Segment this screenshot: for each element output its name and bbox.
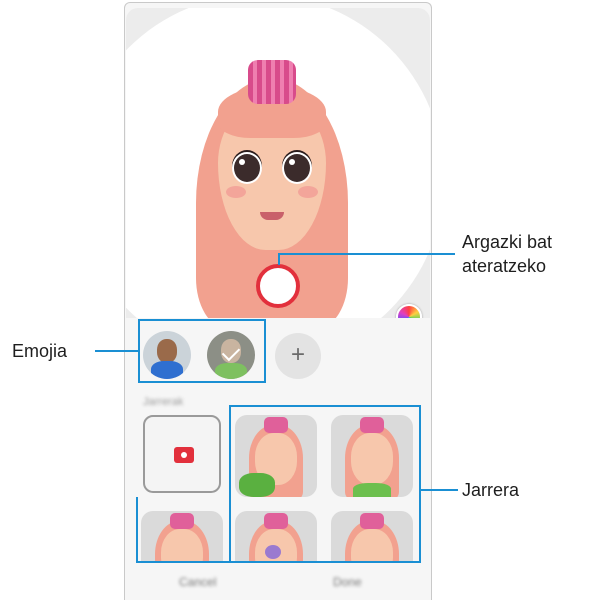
avatar-left-cheek <box>226 186 246 198</box>
shutter-callout-line <box>278 253 455 255</box>
cancel-button[interactable]: Cancel <box>179 575 216 589</box>
emoji-callout-label: Emojia <box>12 341 68 361</box>
shutter-callout-label-line1: Argazki bat <box>462 232 553 252</box>
action-callout-box <box>229 405 421 563</box>
avatar-right-eye <box>282 152 312 184</box>
emoji-callout-box <box>138 319 266 383</box>
shutter-callout-label-line2: ateratzeko <box>462 256 547 276</box>
record-tile-frame <box>143 415 221 493</box>
add-emoji-button[interactable]: + <box>275 333 321 379</box>
action-callout-label: Jarrera <box>462 480 520 500</box>
record-icon <box>174 447 194 463</box>
avatar-left-eye <box>232 152 262 184</box>
emoji-callout-line <box>95 350 139 352</box>
avatar-mouth <box>260 212 284 220</box>
action-callout-box-extension <box>136 497 231 563</box>
color-wheel-icon[interactable] <box>396 304 422 318</box>
shutter-callout-tick <box>278 253 280 265</box>
section-label: Jarrerak <box>143 396 184 408</box>
avatar-right-cheek <box>298 186 318 198</box>
done-button[interactable]: Done <box>333 575 362 589</box>
record-tile[interactable] <box>141 411 223 493</box>
bottom-bar: Cancel Done <box>125 563 431 600</box>
avatar-hair-roller <box>248 60 296 104</box>
shutter-button[interactable] <box>256 264 300 308</box>
camera-preview <box>126 8 430 318</box>
action-callout-line <box>421 489 458 491</box>
